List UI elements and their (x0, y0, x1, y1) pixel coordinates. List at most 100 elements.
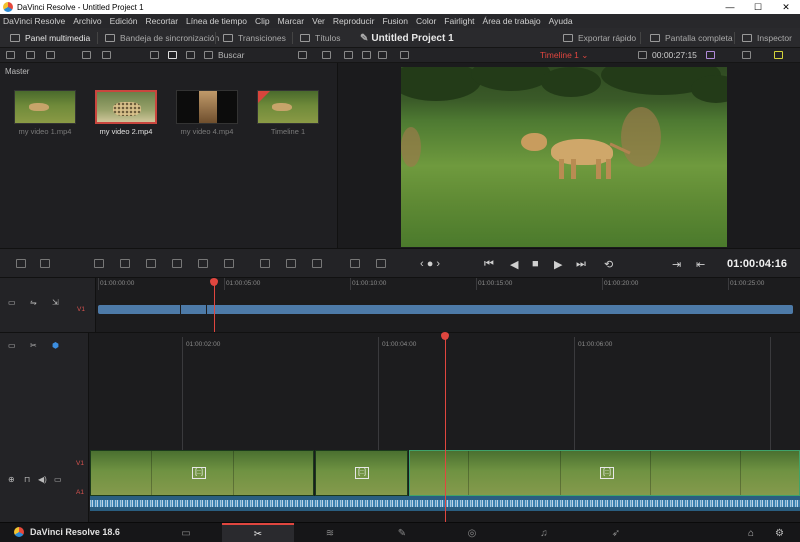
page-fusion-tab[interactable]: ✎ (366, 523, 438, 542)
menu-area-trabajo[interactable]: Área de trabajo (483, 16, 541, 26)
loop-icon[interactable]: ⟲ (604, 258, 613, 271)
bin-list-icon[interactable] (6, 51, 15, 59)
audio-sync-icon[interactable] (774, 51, 783, 59)
titles-button[interactable]: Títulos (300, 28, 341, 48)
menu-ver[interactable]: Ver (312, 16, 325, 26)
source-overwrite-icon[interactable] (224, 259, 234, 268)
trim-mode-icon[interactable] (16, 259, 26, 268)
timeline-clip[interactable]: [::] (409, 450, 800, 496)
menu-ayuda[interactable]: Ayuda (549, 16, 573, 26)
split-clip-icon[interactable] (260, 259, 270, 268)
menu-marcar[interactable]: Marcar (278, 16, 304, 26)
viewer-layout-icon[interactable] (344, 51, 353, 59)
menu-edicion[interactable]: Edición (110, 16, 138, 26)
blade-mode-icon[interactable] (40, 259, 50, 268)
close-button[interactable]: ✕ (772, 0, 800, 14)
go-to-end-icon[interactable]: ⏭ (576, 258, 586, 271)
go-to-start-icon[interactable]: ⏮ (484, 258, 494, 271)
metadata-icon[interactable] (82, 51, 91, 59)
media-clip[interactable]: my video 4.mp4 (176, 90, 238, 136)
search-field[interactable]: Buscar (218, 50, 244, 60)
gear-icon[interactable]: ⚙ (775, 528, 784, 539)
settings-sliders-icon[interactable] (376, 259, 386, 268)
menu-recortar[interactable]: Recortar (145, 16, 178, 26)
lock-icon[interactable]: ⊓ (24, 475, 30, 484)
viewer-options-icon[interactable] (742, 51, 751, 59)
quick-export-button[interactable]: Exportar rápido (563, 28, 636, 48)
filmstrip-view-icon[interactable] (150, 51, 159, 59)
sort-order-icon[interactable] (298, 51, 307, 59)
page-deliver-tab[interactable]: ➶ (580, 523, 652, 542)
menu-fairlight[interactable]: Fairlight (444, 16, 474, 26)
media-pool-button[interactable]: Panel multimedia (10, 28, 90, 48)
previous-clip-icon[interactable]: ⇥ (672, 258, 681, 271)
source-viewer-icon[interactable] (362, 51, 371, 59)
new-bin-icon[interactable] (46, 51, 55, 59)
next-clip-icon[interactable]: ⇤ (696, 258, 705, 271)
timeline-dropdown[interactable]: Timeline 1 ⌄ (540, 50, 588, 61)
track-lock-icon[interactable]: ▭ (8, 298, 16, 307)
play-icon[interactable]: ▶ (554, 258, 562, 271)
place-on-top-icon[interactable] (198, 259, 208, 268)
dual-viewer-icon[interactable] (378, 51, 387, 59)
transition-icon[interactable] (286, 259, 296, 268)
fx-indicator-icon: [::] (192, 467, 206, 479)
current-timecode[interactable]: 01:00:04:16 (727, 258, 787, 270)
page-cut-tab[interactable]: ✂ (222, 523, 294, 542)
timeline-options-icon[interactable]: ▭ (8, 341, 16, 350)
smart-insert-icon[interactable] (94, 259, 104, 268)
bin-name[interactable]: Master (5, 67, 29, 76)
sync-icon[interactable] (102, 51, 111, 59)
title-icon[interactable] (312, 259, 322, 268)
menu-davinci[interactable]: DaVinci Resolve (3, 16, 65, 26)
scissors-icon[interactable]: ✂ (30, 341, 37, 350)
auto-track-icon[interactable]: ⊕ (8, 475, 15, 484)
page-fairlight-tab[interactable]: ♫ (508, 523, 580, 542)
media-clip[interactable]: my video 2.mp4 (95, 90, 157, 136)
toolbar-divider (292, 32, 293, 44)
home-icon[interactable]: ⌂ (748, 528, 754, 539)
menu-reproducir[interactable]: Reproducir (333, 16, 375, 26)
ripple-overwrite-icon[interactable] (146, 259, 156, 268)
speaker-icon[interactable]: ◀) (38, 475, 47, 484)
link-icon[interactable]: ⇋ (30, 298, 37, 307)
playback-speed-icon[interactable] (350, 259, 360, 268)
media-clip[interactable]: my video 1.mp4 (14, 90, 76, 136)
minimize-button[interactable]: — (716, 0, 744, 14)
close-up-icon[interactable] (172, 259, 182, 268)
page-media-tab[interactable]: ▭ (150, 523, 222, 542)
jog-control-icon[interactable]: ‹ ● › (420, 258, 440, 270)
list-view-icon[interactable] (186, 51, 195, 59)
maximize-button[interactable]: ☐ (744, 0, 772, 14)
output-icon[interactable] (706, 51, 715, 59)
stop-icon[interactable]: ■ (532, 258, 539, 270)
detail-playhead[interactable] (445, 338, 446, 522)
media-clip[interactable]: Timeline 1 (257, 90, 319, 136)
overview-clip-bar[interactable] (98, 305, 793, 314)
sort-icon[interactable] (204, 51, 213, 59)
page-color-tab[interactable]: ◎ (436, 523, 508, 542)
overview-playhead[interactable] (214, 282, 215, 332)
timeline-clip[interactable]: [::] (315, 450, 408, 496)
menu-archivo[interactable]: Archivo (73, 16, 101, 26)
menu-linea-tiempo[interactable]: Línea de tiempo (186, 16, 247, 26)
shield-icon[interactable]: ⬢ (52, 341, 59, 350)
import-icon[interactable] (26, 51, 35, 59)
thumbnail-view-icon[interactable] (168, 51, 177, 59)
menu-clip[interactable]: Clip (255, 16, 270, 26)
page-edit-tab[interactable]: ≋ (294, 523, 366, 542)
snap-icon[interactable]: ⇲ (52, 298, 59, 307)
sync-bin-button[interactable]: Bandeja de sincronización (105, 28, 219, 48)
viewer-frame[interactable] (401, 67, 727, 247)
track-video-toggle-icon[interactable]: ▭ (54, 475, 62, 484)
fullscreen-button[interactable]: Pantalla completa (650, 28, 733, 48)
append-icon[interactable] (120, 259, 130, 268)
zoom-icon[interactable] (400, 51, 409, 59)
transitions-button[interactable]: Transiciones (223, 28, 286, 48)
menu-color[interactable]: Color (416, 16, 436, 26)
menu-fusion[interactable]: Fusion (382, 16, 408, 26)
play-reverse-icon[interactable]: ◀ (510, 258, 518, 271)
timeline-clip[interactable]: [::] (90, 450, 314, 496)
inspector-button[interactable]: Inspector (742, 28, 792, 48)
undo-icon[interactable] (322, 51, 331, 59)
